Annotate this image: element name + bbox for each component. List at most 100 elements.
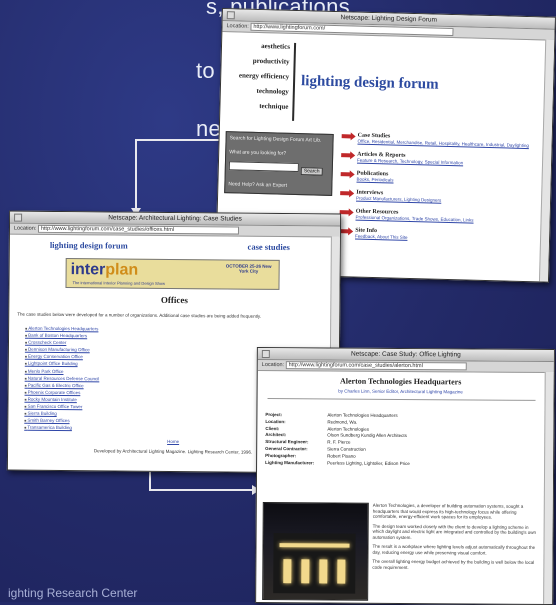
search-help-link[interactable]: Need Help? Ask an Expert — [228, 181, 328, 190]
spec-key: Structural Engineer: — [265, 439, 309, 445]
spec-value: Alerton Technologies Headquarters — [327, 412, 398, 418]
spec-key: Client: — [265, 425, 280, 431]
close-box-icon[interactable] — [226, 11, 235, 20]
intro-text: The case studies below were developed fo… — [17, 311, 262, 319]
nav-item-technology[interactable]: technology — [229, 86, 288, 96]
window-titlebar[interactable]: Netscape: Case Study: Office Lighting — [257, 347, 554, 363]
spec-value: Olson Sundberg Kundig Allen Architects — [327, 432, 407, 439]
search-label: Search for Lighting Design Forum Art Lib… — [229, 135, 322, 144]
list-item[interactable]: Crosscheck Center — [25, 340, 185, 346]
close-box-icon[interactable] — [14, 213, 23, 222]
paragraph: The result is a workplace where lighting… — [372, 543, 536, 556]
spec-row: Lighting Manufacturer: Peerless Lighting,… — [265, 460, 535, 467]
spec-key: General Contractor: — [265, 446, 308, 452]
spec-value: Alerton Technologies — [327, 426, 370, 432]
list-item[interactable]: Rocky Mountain Institute — [24, 397, 184, 403]
list-item[interactable]: Other Resources Professional Organization… — [339, 208, 529, 225]
spec-key: Location: — [265, 418, 286, 424]
spec-row: Project: Alerton Technologies Headquarter… — [265, 412, 535, 419]
article-body: Alerton Technologies, a developer of bui… — [372, 503, 538, 575]
list-item[interactable]: Alerton Technologies Headquarters — [25, 326, 185, 332]
spec-key: Project: — [265, 412, 283, 418]
window-title: Netscape: Lighting Design Forum — [340, 14, 438, 24]
section-title: Offices — [160, 294, 188, 306]
paragraph: The design team worked closely with the … — [372, 523, 537, 540]
case-study-list: Alerton Technologies Headquarters Bank o… — [24, 326, 185, 434]
nav-item-energy[interactable]: energy efficiency — [229, 71, 290, 80]
banner-subtitle: The international Interior Planning and … — [72, 280, 166, 286]
photo-light — [319, 559, 328, 584]
page-title: lighting design forum — [300, 73, 439, 93]
byline[interactable]: by Charles Linn, Senior Editor, Architec… — [258, 388, 544, 395]
paragraph: The overall lighting energy budget achie… — [372, 558, 535, 570]
logo-part: inter — [70, 261, 106, 279]
list-item[interactable]: Dennison Manufacturing Office — [25, 347, 185, 353]
page-title: Alerton Technologies Headquarters — [339, 376, 462, 387]
spec-key: Lighting Manufacturer: — [265, 459, 315, 465]
spec-value: Sierra Construction — [327, 446, 366, 452]
photo-light — [283, 559, 292, 584]
list-item[interactable]: Lightpoint Office Building — [25, 361, 185, 367]
list-item[interactable]: San Francisco Office Tower — [24, 404, 184, 410]
url-field[interactable]: http://www.lightingforum.com/case_studie… — [37, 224, 240, 235]
divider — [267, 398, 536, 401]
list-item[interactable]: Phoenix Corporate Offices — [25, 390, 185, 396]
window-title: Netscape: Architectural Lighting: Case S… — [108, 214, 242, 223]
search-input[interactable] — [228, 161, 299, 173]
divider — [292, 42, 297, 121]
list-item[interactable]: Site Info Feedback, About This Site — [339, 227, 529, 244]
list-item[interactable]: Energy Conservation Office — [25, 354, 185, 360]
spec-value: R. F. Pierce — [327, 439, 351, 445]
footer-credit: ighting Research Center — [8, 586, 138, 600]
topic-list: Case Studies Office, Residential, Merchan… — [339, 132, 532, 251]
spec-row: Photographer: Robert Pisano — [265, 453, 535, 460]
list-item[interactable]: Transamerica Building — [24, 425, 184, 431]
spec-value: Peerless Lighting, Lightolier, Edison Pr… — [327, 460, 410, 466]
search-prompt: What are you looking for? — [229, 149, 287, 157]
scrollbar[interactable] — [543, 371, 554, 605]
spec-row: Architect: Olson Sundberg Kundig Allen Ar… — [265, 432, 535, 439]
nav-item-aesthetics[interactable]: aesthetics — [230, 41, 290, 51]
list-item[interactable]: Interviews Product Manufacturers, Lightin… — [340, 189, 530, 206]
spec-row: Client: Alerton Technologies — [265, 426, 535, 433]
spec-row: Structural Engineer: R. F. Pierce — [265, 439, 535, 446]
list-item[interactable]: Natural Resources Defense Council — [25, 375, 185, 381]
close-box-icon[interactable] — [261, 349, 270, 359]
list-item[interactable]: Sierra Building — [24, 411, 184, 417]
spec-key: Architect: — [265, 432, 287, 438]
url-field[interactable]: http://www.lightingforum.com/case_studie… — [285, 360, 467, 370]
site-name[interactable]: lighting design forum — [50, 240, 128, 251]
browser-window-case-detail[interactable]: Netscape: Case Study: Office Lighting Lo… — [255, 346, 555, 605]
list-item[interactable]: Case Studies Office, Residential, Merchan… — [341, 132, 531, 149]
arrow-icon — [341, 153, 352, 158]
building-photo — [262, 502, 369, 601]
logo-part: plan — [105, 261, 139, 279]
nav-item-technique[interactable]: technique — [228, 101, 288, 111]
topic-nav: aesthetics productivity energy efficienc… — [228, 41, 290, 118]
page-header: lighting design forum case studies — [50, 240, 320, 252]
list-item[interactable]: Publications Books, Periodicals — [340, 170, 530, 187]
section-name: case studies — [247, 241, 290, 253]
spec-key: Photographer: — [265, 452, 297, 459]
nav-item-productivity[interactable]: productivity — [230, 56, 290, 66]
photo-light — [301, 559, 310, 584]
photo-light — [279, 543, 350, 548]
list-item[interactable]: Articles & Reports Feature & Research, Te… — [341, 151, 531, 168]
list-item[interactable]: Menlo Park Office — [25, 368, 185, 374]
list-item[interactable]: Bank of Boston Headquarters — [25, 333, 185, 339]
banner-logo: interplan — [71, 261, 139, 280]
photo-light — [337, 559, 346, 584]
window-title: Netscape: Case Study: Office Lighting — [350, 350, 461, 359]
ad-banner[interactable]: interplan The international Interior Pla… — [65, 258, 280, 290]
project-specs: Project: Alerton Technologies Headquarter… — [265, 412, 535, 468]
banner-date: OCTOBER 25-26 New York City — [225, 263, 272, 274]
spec-value: Robert Pisano — [327, 453, 356, 459]
search-panel: Search for Lighting Design Forum Art Lib… — [224, 131, 334, 196]
search-button[interactable]: Search — [300, 167, 323, 176]
arrow-icon — [340, 191, 351, 196]
arrow-icon — [340, 172, 351, 177]
page-content: Alerton Technologies Headquarters by Cha… — [256, 370, 554, 604]
spec-value: Redmond, Wa. — [327, 419, 358, 425]
list-item[interactable]: Smith Barney Offices — [24, 418, 184, 424]
list-item[interactable]: Pacific Gas & Electric Office — [25, 382, 185, 388]
